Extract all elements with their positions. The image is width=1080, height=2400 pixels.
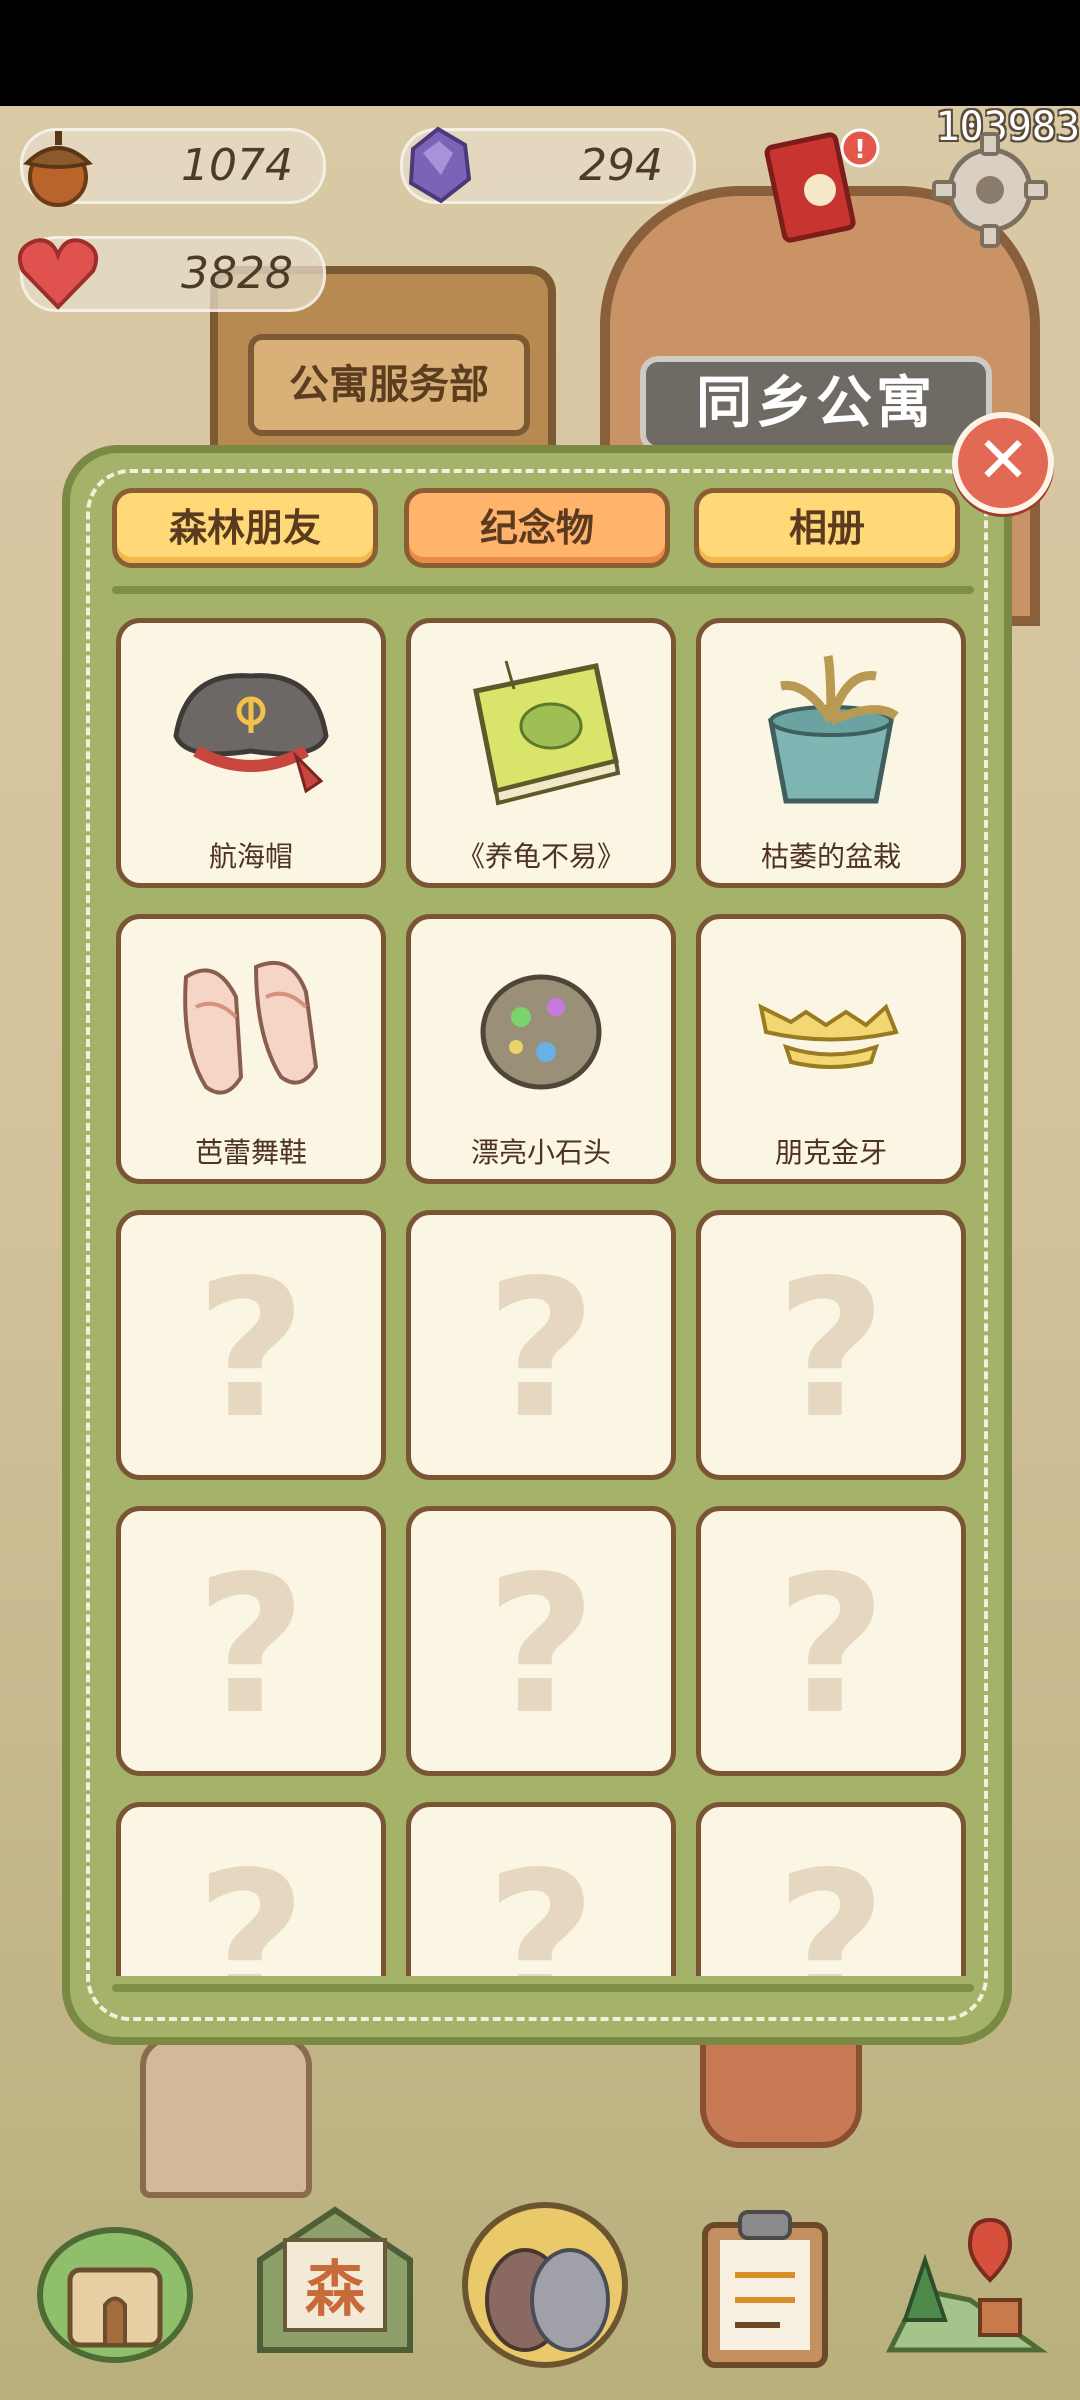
- svg-text:!: !: [854, 135, 866, 165]
- gold-teeth-icon: [758, 1003, 899, 1069]
- locked-card[interactable]: ?: [406, 1506, 676, 1776]
- locked-card[interactable]: ?: [696, 1802, 966, 1976]
- heart-counter[interactable]: 3828: [18, 236, 326, 312]
- tab-bar: 森林朋友 纪念物 相册: [112, 488, 967, 572]
- locked-card[interactable]: ?: [116, 1210, 386, 1480]
- apartment-sign: 同乡公寓: [640, 356, 992, 452]
- question-mark-icon: ?: [485, 1535, 597, 1756]
- locked-card[interactable]: ?: [406, 1210, 676, 1480]
- question-mark-icon: ?: [775, 1535, 887, 1756]
- souvenir-grid: 航海帽 《养龟不易》 枯萎的盆栽 芭蕾舞鞋 漂亮小石头 朋克金牙 ? ? ? ?…: [112, 614, 974, 1976]
- map-icon[interactable]: [880, 2200, 1050, 2370]
- souvenir-card[interactable]: 《养龟不易》: [406, 618, 676, 888]
- pirate-hat-icon: [173, 673, 329, 794]
- souvenir-card[interactable]: 航海帽: [116, 618, 386, 888]
- grid-bottom-divider: [112, 1984, 974, 1992]
- question-mark-icon: ?: [195, 1239, 307, 1460]
- gem-icon: [408, 126, 472, 204]
- souvenir-name: 芭蕾舞鞋: [194, 1136, 307, 1169]
- locked-card[interactable]: ?: [696, 1210, 966, 1480]
- locked-card[interactable]: ?: [116, 1802, 386, 1976]
- acorn-counter[interactable]: 1074: [20, 128, 326, 207]
- mail-icon[interactable]: 森: [250, 2200, 420, 2370]
- souvenir-name: 漂亮小石头: [470, 1136, 611, 1169]
- tab-divider: [112, 586, 974, 594]
- question-mark-icon: ?: [195, 1831, 307, 1977]
- tab-forest-friends[interactable]: 森林朋友: [112, 488, 378, 568]
- gem-counter[interactable]: 294: [400, 126, 696, 204]
- souvenir-name: 《养龟不易》: [456, 840, 625, 873]
- settings-gear-icon[interactable]: [930, 130, 1050, 250]
- souvenir-card[interactable]: 漂亮小石头: [406, 914, 676, 1184]
- pretty-stone-icon: [480, 974, 602, 1090]
- heart-icon: [18, 238, 98, 310]
- turtle-book-icon: [473, 660, 621, 806]
- locked-card[interactable]: ?: [696, 1506, 966, 1776]
- question-mark-icon: ?: [775, 1831, 887, 1977]
- question-mark-icon: ?: [775, 1239, 887, 1460]
- souvenir-name: 枯萎的盆栽: [760, 840, 901, 873]
- mail-label: 森: [305, 2255, 366, 2325]
- locked-card[interactable]: ?: [406, 1802, 676, 1976]
- tab-souvenirs[interactable]: 纪念物: [404, 488, 670, 568]
- question-mark-icon: ?: [195, 1535, 307, 1756]
- heart-value: 3828: [181, 248, 293, 299]
- withered-plant-icon: [767, 655, 899, 804]
- question-mark-icon: ?: [485, 1831, 597, 1977]
- souvenir-name: 航海帽: [208, 840, 293, 873]
- souvenir-card[interactable]: 芭蕾舞鞋: [116, 914, 386, 1184]
- status-bar: [0, 0, 1080, 106]
- acorn-value: 1074: [181, 140, 293, 191]
- souvenir-name: 朋克金牙: [774, 1136, 887, 1169]
- tree-stump: [140, 2036, 312, 2198]
- close-button[interactable]: ✕: [952, 412, 1054, 514]
- clipboard-icon[interactable]: [680, 2200, 850, 2370]
- parcel-notification-icon[interactable]: !: [760, 120, 880, 250]
- question-mark-icon: ?: [485, 1239, 597, 1460]
- ballet-shoes-icon: [183, 961, 319, 1095]
- gem-value: 294: [579, 140, 663, 191]
- locked-card[interactable]: ?: [116, 1506, 386, 1776]
- souvenir-card[interactable]: 枯萎的盆栽: [696, 618, 966, 888]
- acorn-icon: [23, 131, 93, 207]
- house-icon[interactable]: [30, 2200, 200, 2370]
- service-building-sign: 公寓服务部: [248, 334, 530, 436]
- birds-icon[interactable]: [460, 2200, 630, 2370]
- tab-album[interactable]: 相册: [694, 488, 960, 568]
- souvenir-card[interactable]: 朋克金牙: [696, 914, 966, 1184]
